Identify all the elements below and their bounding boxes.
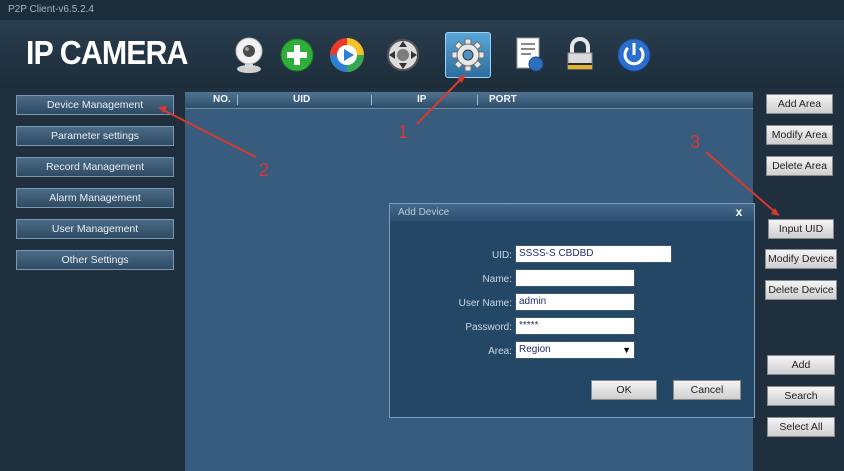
add-icon[interactable] [274, 32, 320, 78]
search-button[interactable]: Search [767, 386, 835, 406]
delete-device-button[interactable]: Delete Device [765, 280, 837, 300]
ok-button[interactable]: OK [591, 380, 657, 400]
name-field[interactable] [515, 269, 635, 287]
device-table-header: NO. UID IP PORT [185, 92, 753, 109]
add-device-dialog: Add Device x UID: SSSS-S CBDBD Name: Use… [389, 203, 755, 418]
input-uid-button[interactable]: Input UID [768, 219, 834, 239]
select-all-button[interactable]: Select All [767, 417, 835, 437]
column-divider [237, 95, 238, 105]
app-window: P2P Client-v6.5.2.4 IP CAMERA Device Man… [0, 0, 844, 471]
sidebar-item-parameter-settings[interactable]: Parameter settings [16, 126, 174, 146]
playback-icon[interactable] [324, 32, 370, 78]
password-field[interactable]: ***** [515, 317, 635, 335]
column-header-port[interactable]: PORT [489, 92, 517, 108]
settings-icon[interactable] [445, 32, 491, 78]
column-header-uid[interactable]: UID [293, 92, 310, 108]
add-button[interactable]: Add [767, 355, 835, 375]
close-icon[interactable]: x [730, 205, 748, 219]
column-divider [371, 95, 372, 105]
uid-field[interactable]: SSSS-S CBDBD [515, 245, 672, 263]
uid-label: UID: [492, 250, 512, 261]
add-area-button[interactable]: Add Area [766, 94, 833, 114]
password-label: Password: [465, 322, 512, 333]
column-divider [477, 95, 478, 105]
ptz-icon[interactable] [380, 32, 426, 78]
sidebar-item-record-management[interactable]: Record Management [16, 157, 174, 177]
header-bar: IP CAMERA [0, 20, 844, 88]
dialog-title: Add Device [390, 204, 754, 221]
column-header-ip[interactable]: IP [417, 92, 426, 108]
annotation-step-1: 1 [398, 122, 409, 142]
area-select[interactable]: Region ▼ [515, 341, 635, 359]
sidebar: Device Management Parameter settings Rec… [0, 88, 185, 471]
sidebar-item-device-management[interactable]: Device Management [16, 95, 174, 115]
app-logo: IP CAMERA [26, 34, 188, 71]
area-select-value: Region [519, 344, 551, 355]
power-icon[interactable] [611, 32, 657, 78]
right-panel: Add Area Modify Area Delete Area Input U… [753, 88, 844, 471]
chevron-down-icon[interactable]: ▼ [622, 342, 631, 358]
sidebar-item-user-management[interactable]: User Management [16, 219, 174, 239]
lock-icon[interactable] [557, 32, 603, 78]
user-name-label: User Name: [458, 298, 512, 309]
sidebar-item-alarm-management[interactable]: Alarm Management [16, 188, 174, 208]
log-icon[interactable] [506, 32, 552, 78]
cancel-button[interactable]: Cancel [673, 380, 741, 400]
area-label: Area: [488, 346, 512, 357]
modify-area-button[interactable]: Modify Area [766, 125, 833, 145]
modify-device-button[interactable]: Modify Device [765, 249, 837, 269]
sidebar-item-other-settings[interactable]: Other Settings [16, 250, 174, 270]
name-label: Name: [482, 274, 512, 285]
column-header-no[interactable]: NO. [213, 92, 231, 108]
annotation-step-3: 3 [690, 132, 701, 152]
user-name-field[interactable]: admin [515, 293, 635, 311]
annotation-step-2: 2 [259, 160, 270, 180]
delete-area-button[interactable]: Delete Area [766, 156, 833, 176]
camera-icon[interactable] [226, 32, 272, 78]
window-title: P2P Client-v6.5.2.4 [0, 0, 844, 20]
